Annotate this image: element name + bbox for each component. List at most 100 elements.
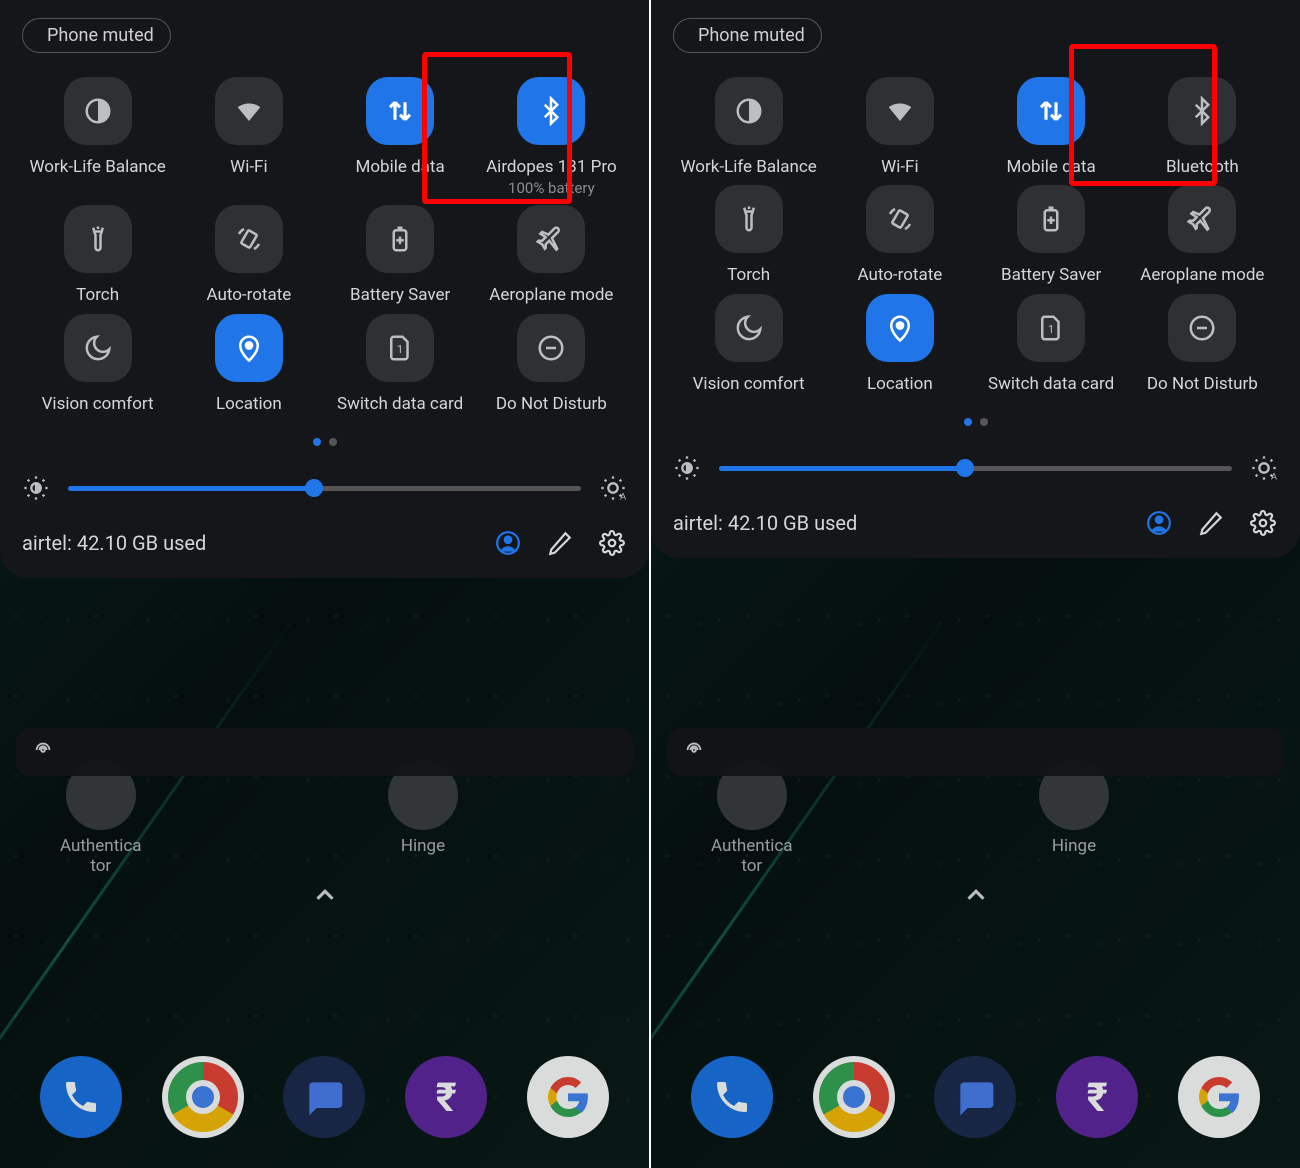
tile-mobiledata[interactable]: Mobile data [325, 77, 476, 197]
tile-label: Torch [76, 285, 119, 305]
tile-torch[interactable]: Torch [22, 205, 173, 305]
svg-text:A: A [1271, 472, 1277, 482]
tile-wifi[interactable]: Wi-Fi [824, 77, 975, 177]
tile-location[interactable]: Location [824, 294, 975, 394]
mobiledata-icon [1017, 77, 1085, 145]
page-dots [22, 438, 627, 446]
brightness-low-icon [22, 474, 50, 502]
tile-moon[interactable]: Vision comfort [673, 294, 824, 394]
tile-sim[interactable]: 1Switch data card [976, 294, 1127, 394]
phone-app[interactable] [691, 1056, 773, 1138]
tile-torch[interactable]: Torch [673, 185, 824, 285]
tile-label: Work-Life Balance [680, 157, 816, 177]
phone-muted-label: Phone muted [47, 25, 154, 46]
tile-worklife[interactable]: Work-Life Balance [22, 77, 173, 197]
phonepe-app[interactable]: ₹ [1056, 1056, 1138, 1138]
tile-label: Wi-Fi [230, 157, 267, 177]
tile-dnd[interactable]: Do Not Disturb [1127, 294, 1278, 394]
tile-label: Vision comfort [693, 374, 805, 394]
phonepe-app[interactable]: ₹ [405, 1056, 487, 1138]
tile-mobiledata[interactable]: Mobile data [976, 77, 1127, 177]
sim-icon: 1 [366, 314, 434, 382]
svg-text:A: A [620, 492, 626, 502]
notification-bar[interactable] [16, 728, 633, 776]
plane-icon [1168, 185, 1236, 253]
torch-icon [64, 205, 132, 273]
dock: ₹ [651, 1056, 1300, 1138]
auto-brightness-icon[interactable]: A [599, 474, 627, 502]
tile-label: Do Not Disturb [496, 394, 607, 414]
quick-settings-panel: Phone muted Work-Life Balance Wi-Fi Mobile… [651, 0, 1300, 558]
rotate-icon [215, 205, 283, 273]
account-icon[interactable] [493, 528, 523, 558]
tile-label: Location [867, 374, 933, 394]
wifi-icon [866, 77, 934, 145]
nearby-icon [683, 739, 705, 765]
tile-label: Do Not Disturb [1147, 374, 1258, 394]
messages-app[interactable] [283, 1056, 365, 1138]
battery-icon [366, 205, 434, 273]
tiles-grid: Work-Life Balance Wi-Fi Mobile data Bluetoo… [673, 77, 1278, 394]
tile-label: Auto-rotate [857, 265, 942, 285]
tile-worklife[interactable]: Work-Life Balance [673, 77, 824, 177]
tile-sim[interactable]: 1Switch data card [325, 314, 476, 414]
tile-location[interactable]: Location [173, 314, 324, 414]
home-app[interactable]: Authentica tor [711, 760, 793, 876]
tile-rotate[interactable]: Auto-rotate [824, 185, 975, 285]
svg-text:1: 1 [1048, 323, 1054, 336]
messages-app[interactable] [934, 1056, 1016, 1138]
google-app[interactable] [1178, 1056, 1260, 1138]
tile-label: Vision comfort [42, 394, 154, 414]
tile-wifi[interactable]: Wi-Fi [173, 77, 324, 197]
page-dots [673, 418, 1278, 426]
tile-label: Torch [727, 265, 770, 285]
panel-footer: airtel: 42.10 GB used [22, 528, 627, 558]
chevron-up-icon[interactable] [310, 880, 340, 914]
tile-dnd[interactable]: Do Not Disturb [476, 314, 627, 414]
torch-icon [715, 185, 783, 253]
quick-settings-panel: Phone muted Work-Life Balance Wi-Fi Mobile… [0, 0, 649, 578]
phone-app[interactable] [40, 1056, 122, 1138]
worklife-icon [64, 77, 132, 145]
tile-rotate[interactable]: Auto-rotate [173, 205, 324, 305]
brightness-slider[interactable] [719, 466, 1232, 471]
edit-icon[interactable] [1196, 508, 1226, 538]
tiles-grid: Work-Life Balance Wi-Fi Mobile data Airdope… [22, 77, 627, 414]
sim-icon: 1 [1017, 294, 1085, 362]
tile-battery[interactable]: Battery Saver [325, 205, 476, 305]
home-app[interactable]: Authentica tor [60, 760, 142, 876]
dnd-icon [517, 314, 585, 382]
mobiledata-icon [366, 77, 434, 145]
moon-icon [715, 294, 783, 362]
brightness-slider[interactable] [68, 486, 581, 491]
tile-battery[interactable]: Battery Saver [976, 185, 1127, 285]
tile-label: Airdopes 131 Pro [486, 157, 617, 177]
bluetooth-icon [1168, 77, 1236, 145]
phone-muted-label: Phone muted [698, 25, 805, 46]
edit-icon[interactable] [545, 528, 575, 558]
notification-bar[interactable] [667, 728, 1284, 776]
tile-bluetooth[interactable]: Airdopes 131 Pro 100% battery [476, 77, 627, 197]
settings-icon[interactable] [597, 528, 627, 558]
account-icon[interactable] [1144, 508, 1174, 538]
battery-icon [1017, 185, 1085, 253]
wifi-icon [215, 77, 283, 145]
settings-icon[interactable] [1248, 508, 1278, 538]
tile-plane[interactable]: Aeroplane mode [476, 205, 627, 305]
phone-muted-chip[interactable]: Phone muted [22, 18, 171, 53]
chrome-app[interactable] [813, 1056, 895, 1138]
auto-brightness-icon[interactable]: A [1250, 454, 1278, 482]
chrome-app[interactable] [162, 1056, 244, 1138]
tile-moon[interactable]: Vision comfort [22, 314, 173, 414]
tile-label: Wi-Fi [881, 157, 918, 177]
dock: ₹ [0, 1056, 649, 1138]
tile-plane[interactable]: Aeroplane mode [1127, 185, 1278, 285]
chevron-up-icon[interactable] [961, 880, 991, 914]
phone-muted-chip[interactable]: Phone muted [673, 18, 822, 53]
screen-left: Phone muted Work-Life Balance Wi-Fi Mobile… [0, 0, 649, 1168]
tile-label: Mobile data [1007, 157, 1096, 177]
tile-label: Mobile data [356, 157, 445, 177]
google-app[interactable] [527, 1056, 609, 1138]
tile-bluetooth[interactable]: Bluetooth [1127, 77, 1278, 177]
tile-sublabel: 100% battery [508, 179, 595, 197]
